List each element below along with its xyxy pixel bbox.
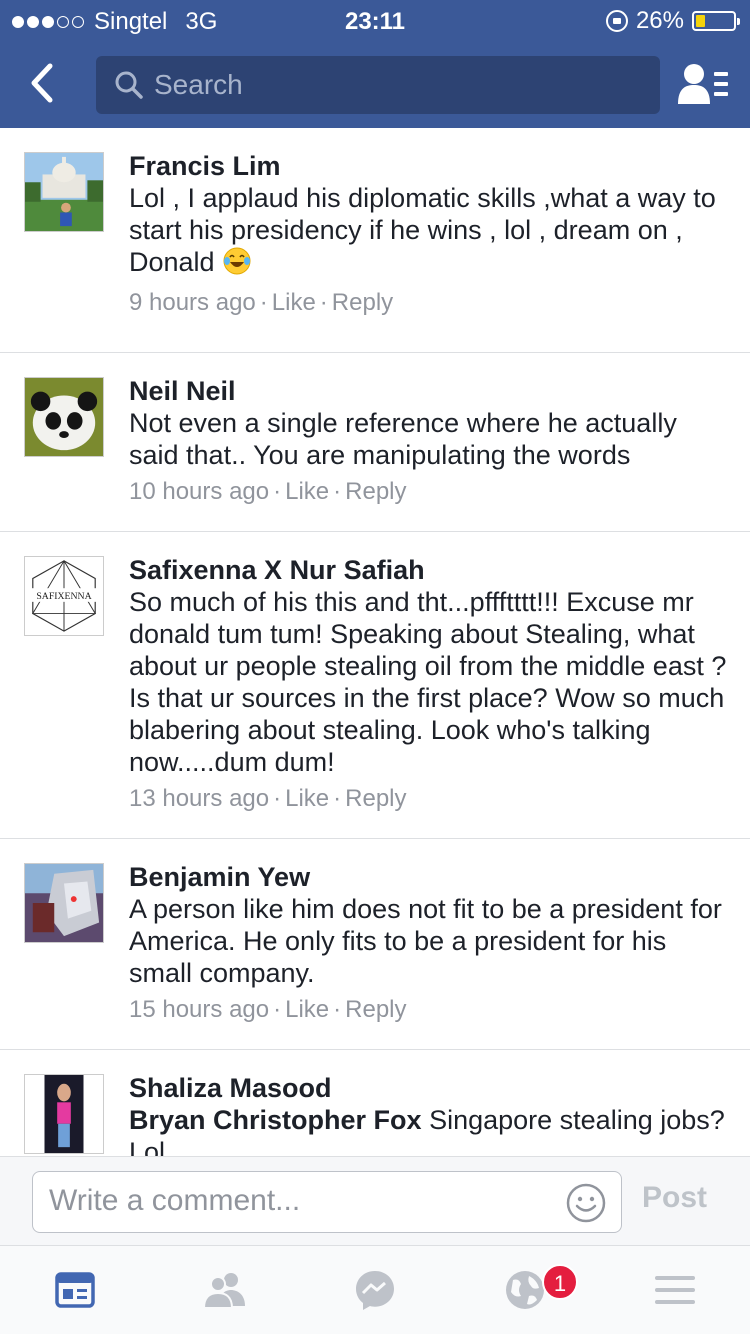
status-bar: Singtel 3G 23:11 26%: [0, 0, 750, 40]
smiley-icon[interactable]: [565, 1182, 607, 1224]
post-button[interactable]: Post: [642, 1181, 707, 1215]
comment-item: Benjamin Yew A person like him does not …: [0, 839, 750, 1050]
avatar[interactable]: [24, 152, 104, 232]
reply-link[interactable]: Reply: [345, 478, 406, 505]
comment-timestamp: 15 hours ago: [129, 996, 270, 1023]
reply-link[interactable]: Reply: [332, 289, 393, 316]
comment-timestamp: 13 hours ago: [129, 785, 270, 812]
battery-icon: [692, 11, 740, 31]
comment-meta: 15 hours ago · Like · Reply: [129, 996, 407, 1023]
comment-text: Bryan Christopher Fox Singapore stealing…: [129, 1104, 730, 1156]
avatar[interactable]: [24, 377, 104, 457]
chevron-left-icon[interactable]: [22, 60, 68, 106]
messenger-icon[interactable]: [353, 1268, 397, 1312]
like-link[interactable]: Like: [285, 996, 329, 1023]
nav-bar: [0, 40, 750, 128]
comment-meta: 13 hours ago · Like · Reply: [129, 785, 407, 812]
menu-icon[interactable]: [653, 1268, 697, 1312]
tab-bar: [0, 1246, 750, 1334]
comment-body: So much of his this and tht...pffftttt!!…: [129, 587, 727, 777]
friend-requests-icon[interactable]: [678, 62, 730, 106]
laughing-tears-emoji: [223, 247, 251, 275]
comment-timestamp: 9 hours ago: [129, 289, 256, 316]
notifications-globe-icon[interactable]: [503, 1268, 547, 1312]
comment-author[interactable]: Shaliza Masood: [129, 1072, 730, 1104]
search-input[interactable]: [154, 69, 634, 101]
comment-author[interactable]: Neil Neil: [129, 375, 730, 407]
reply-link[interactable]: Reply: [345, 785, 406, 812]
comment-item: SAFIXENNA Safixenna X Nur Safiah So much…: [0, 532, 750, 839]
comment-input[interactable]: [49, 1184, 549, 1218]
avatar[interactable]: [24, 1074, 104, 1154]
status-right: 26%: [605, 7, 740, 35]
battery-percent: 26%: [635, 7, 684, 34]
comment-item: Francis Lim Lol , I applaud his diplomat…: [0, 128, 750, 353]
like-link[interactable]: Like: [285, 785, 329, 812]
comment-author[interactable]: Safixenna X Nur Safiah: [129, 554, 730, 586]
avatar-logo-text: SAFIXENNA: [36, 591, 91, 602]
like-link[interactable]: Like: [285, 478, 329, 505]
comment-author[interactable]: Benjamin Yew: [129, 861, 730, 893]
comment-timestamp: 10 hours ago: [129, 478, 270, 505]
search-icon: [115, 71, 143, 99]
mentioned-user[interactable]: Bryan Christopher Fox: [129, 1105, 422, 1135]
notification-badge: 1: [542, 1264, 578, 1300]
orientation-lock-icon: [605, 10, 628, 32]
comment-meta: 10 hours ago · Like · Reply: [129, 478, 407, 505]
comment-author[interactable]: Francis Lim: [129, 150, 730, 182]
comment-item: Neil Neil Not even a single reference wh…: [0, 353, 750, 532]
comment-body: Lol , I applaud his diplomatic skills ,w…: [129, 183, 716, 277]
reply-link[interactable]: Reply: [345, 996, 406, 1023]
comment-body: Not even a single reference where he act…: [129, 408, 677, 470]
comments-list: Francis Lim Lol , I applaud his diplomat…: [0, 128, 750, 1156]
search-bar[interactable]: [96, 56, 660, 114]
battery-level: [696, 15, 705, 27]
friends-icon[interactable]: [203, 1268, 247, 1312]
avatar[interactable]: [24, 863, 104, 943]
comment-item: Shaliza Masood Bryan Christopher Fox Sin…: [0, 1050, 750, 1156]
comment-text: Lol , I applaud his diplomatic skills ,w…: [129, 182, 730, 278]
avatar[interactable]: SAFIXENNA: [24, 556, 104, 636]
comment-input-box[interactable]: [32, 1171, 622, 1233]
like-link[interactable]: Like: [272, 289, 316, 316]
news-feed-icon[interactable]: [53, 1268, 97, 1312]
comment-body: A person like him does not fit to be a p…: [129, 894, 722, 988]
comment-meta: 9 hours ago · Like · Reply: [129, 289, 394, 316]
comment-composer: Post: [0, 1156, 750, 1246]
